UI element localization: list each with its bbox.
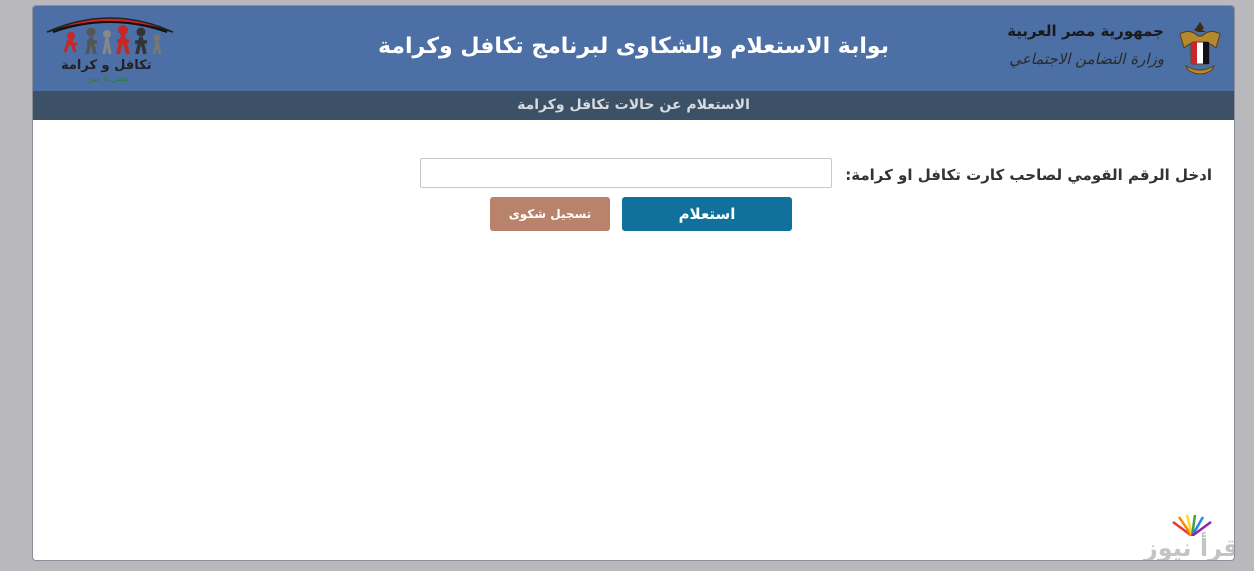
book-fan-icon: [1172, 514, 1212, 536]
header-bar: جمهورية مصر العربية وزارة التضامن الاجتم…: [33, 6, 1234, 91]
logo-tagline: مصر بلا عوز: [88, 74, 129, 83]
takaful-karama-logo-icon: [46, 17, 174, 55]
page-frame: جمهورية مصر العربية وزارة التضامن الاجتم…: [32, 5, 1235, 561]
national-id-input[interactable]: [420, 158, 832, 188]
national-id-label: ادخل الرقم القومي لصاحب كارت تكافل او كر…: [845, 166, 1212, 184]
logo-name: تكافل و كرامة: [61, 58, 152, 73]
watermark-text: إقرأ نيوز: [1143, 534, 1234, 561]
section-heading: الاستعلام عن حالات تكافل وكرامة: [33, 91, 1234, 120]
watermark: إقرأ نيوز: [1135, 514, 1234, 561]
program-logo: تكافل و كرامة مصر بلا عوز: [43, 10, 177, 84]
register-complaint-button[interactable]: تسجيل شكوى: [490, 197, 610, 231]
inquiry-button[interactable]: استعلام: [622, 197, 792, 231]
page-title: بوابة الاستعلام والشكاوى لبرنامج تكافل و…: [378, 34, 889, 59]
